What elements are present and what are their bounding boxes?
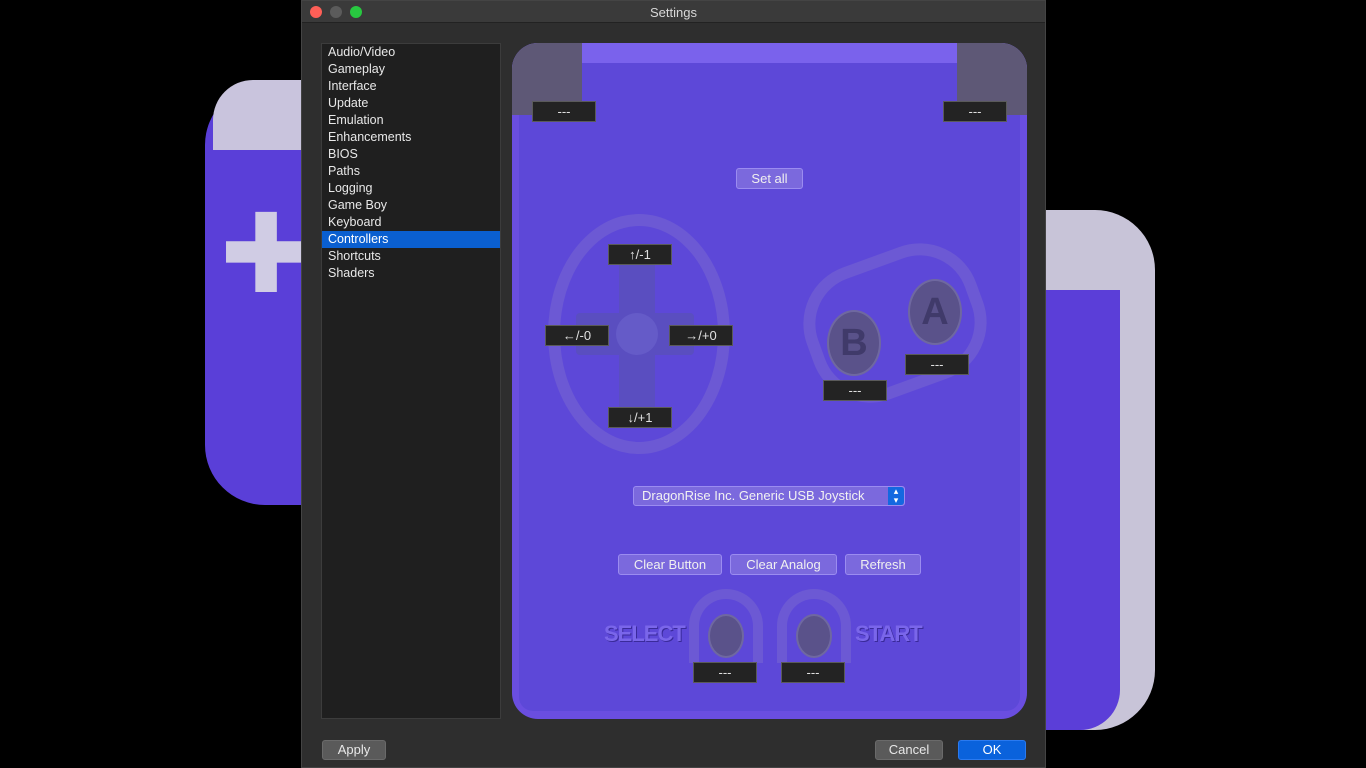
settings-sidebar: Audio/Video Gameplay Interface Update Emulat… [321, 43, 501, 719]
sidebar-item-logging[interactable]: Logging [322, 180, 500, 197]
right-binding-field[interactable]: →/+0 [669, 325, 733, 346]
sidebar-item-audio-video[interactable]: Audio/Video [322, 44, 500, 61]
apply-button[interactable]: Apply [322, 740, 386, 760]
dpad-center [616, 313, 658, 355]
a-button: A [908, 279, 962, 345]
ok-button[interactable]: OK [958, 740, 1026, 760]
set-all-button[interactable]: Set all [736, 168, 803, 189]
sidebar-item-interface[interactable]: Interface [322, 78, 500, 95]
settings-window: Settings Audio/Video Gameplay Interface Upd… [301, 0, 1046, 768]
sidebar-item-shaders[interactable]: Shaders [322, 265, 500, 282]
sidebar-item-update[interactable]: Update [322, 95, 500, 112]
down-binding-field[interactable]: ↓/+1 [608, 407, 672, 428]
title-bar: Settings [302, 1, 1045, 23]
joystick-select[interactable]: DragonRise Inc. Generic USB Joystick ▴ ▾ [633, 486, 905, 506]
select-button [708, 614, 744, 658]
window-title: Settings [650, 5, 697, 20]
start-label: START [855, 621, 923, 646]
clear-analog-button[interactable]: Clear Analog [730, 554, 837, 575]
select-binding-field[interactable]: --- [693, 662, 757, 683]
up-binding-field[interactable]: ↑/-1 [608, 244, 672, 265]
sidebar-item-enhancements[interactable]: Enhancements [322, 129, 500, 146]
sidebar-item-paths[interactable]: Paths [322, 163, 500, 180]
cancel-button[interactable]: Cancel [875, 740, 943, 760]
left-binding-field[interactable]: ←/-0 [545, 325, 609, 346]
device-dpad-icon: ✚ [220, 193, 313, 316]
sidebar-item-gameplay[interactable]: Gameplay [322, 61, 500, 78]
select-label: SELECT [604, 621, 686, 646]
sidebar-item-emulation[interactable]: Emulation [322, 112, 500, 129]
sidebar-item-game-boy[interactable]: Game Boy [322, 197, 500, 214]
start-button [796, 614, 832, 658]
refresh-button[interactable]: Refresh [845, 554, 921, 575]
device-right-half [1040, 290, 1120, 730]
sidebar-item-keyboard[interactable]: Keyboard [322, 214, 500, 231]
sidebar-item-bios[interactable]: BIOS [322, 146, 500, 163]
r-binding-field[interactable]: --- [943, 101, 1007, 122]
sidebar-item-controllers[interactable]: Controllers [322, 231, 500, 248]
start-binding-field[interactable]: --- [781, 662, 845, 683]
joystick-select-value: DragonRise Inc. Generic USB Joystick [642, 488, 865, 503]
controller-pane: --- --- Set all ↑/-1 ←/-0 →/+0 ↓/+1 B A … [512, 43, 1027, 719]
clear-button-button[interactable]: Clear Button [618, 554, 722, 575]
sidebar-item-shortcuts[interactable]: Shortcuts [322, 248, 500, 265]
l-binding-field[interactable]: --- [532, 101, 596, 122]
b-button: B [827, 310, 881, 376]
a-binding-field[interactable]: --- [905, 354, 969, 375]
b-binding-field[interactable]: --- [823, 380, 887, 401]
chevron-updown-icon: ▴ ▾ [888, 487, 904, 505]
